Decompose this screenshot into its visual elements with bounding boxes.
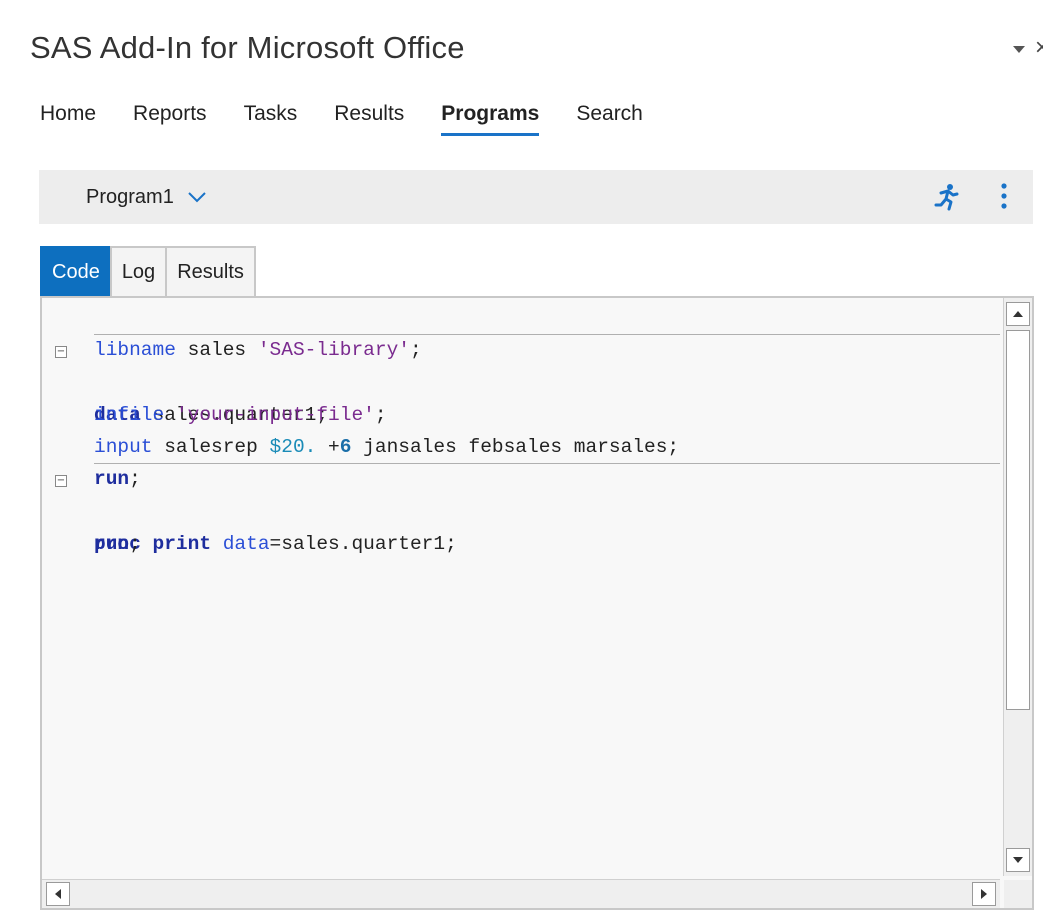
nav-tab-tasks[interactable]: Tasks (244, 102, 298, 136)
code-line: input salesrep $20. +6 jansales febsales… (42, 399, 1000, 458)
nav-tab-search[interactable]: Search (576, 102, 643, 136)
close-pane-button[interactable]: × (1035, 34, 1043, 62)
main-nav: Home Reports Tasks Results Programs Sear… (40, 102, 680, 136)
triangle-down-icon (1013, 857, 1023, 863)
collapse-icon[interactable]: − (55, 475, 67, 487)
nav-tab-reports[interactable]: Reports (133, 102, 207, 136)
code-line: run; (42, 496, 1000, 555)
code-token: =sales.quarter1; (269, 533, 457, 555)
scroll-down-button[interactable] (1006, 848, 1030, 872)
running-person-icon[interactable] (934, 183, 960, 216)
triangle-down-icon (1012, 45, 1025, 53)
code-token: ; (129, 533, 141, 555)
code-line: − data sales.quarter1; (42, 335, 1000, 426)
tab-code[interactable]: Code (40, 246, 112, 298)
program-selector[interactable]: Program1 (86, 186, 206, 209)
program-toolbar: Program1 (39, 170, 1033, 224)
scrollbar-corner (1004, 880, 1032, 908)
pane-options-button[interactable] (1012, 38, 1025, 59)
nav-tab-results[interactable]: Results (334, 102, 404, 136)
code-editor[interactable]: libname sales 'SAS-library'; − data sale… (40, 296, 1034, 910)
code-line: − proc print data=sales.quarter1; (42, 464, 1000, 555)
triangle-right-icon (981, 889, 987, 899)
code-line: run; (94, 431, 1000, 490)
vertical-ellipsis-icon[interactable] (999, 182, 1009, 215)
code-token: data (222, 533, 270, 555)
chevron-down-icon (188, 192, 206, 203)
vertical-scrollbar[interactable] (1003, 298, 1032, 876)
pane-controls: × (1012, 34, 1043, 62)
triangle-up-icon (1013, 311, 1023, 317)
code-line: infile 'your-input-file'; (42, 367, 1000, 426)
nav-tab-home[interactable]: Home (40, 102, 96, 136)
code-token: run (94, 533, 130, 555)
tab-results[interactable]: Results (165, 246, 256, 298)
scroll-right-button[interactable] (972, 882, 996, 906)
triangle-left-icon (55, 889, 61, 899)
vertical-scroll-thumb[interactable] (1006, 330, 1030, 710)
program-name: Program1 (86, 186, 174, 208)
tab-log[interactable]: Log (109, 246, 168, 298)
scroll-left-button[interactable] (46, 882, 70, 906)
scroll-up-button[interactable] (1006, 302, 1030, 326)
horizontal-scrollbar[interactable] (42, 879, 1000, 908)
pane-title: SAS Add-In for Microsoft Office (30, 30, 465, 65)
collapse-icon[interactable]: − (55, 346, 67, 358)
code-line: libname sales 'SAS-library'; (94, 302, 1000, 361)
nav-tab-programs[interactable]: Programs (441, 102, 540, 136)
code-area[interactable]: libname sales 'SAS-library'; − data sale… (42, 302, 1000, 555)
editor-tabs: Code Log Results (40, 246, 256, 298)
